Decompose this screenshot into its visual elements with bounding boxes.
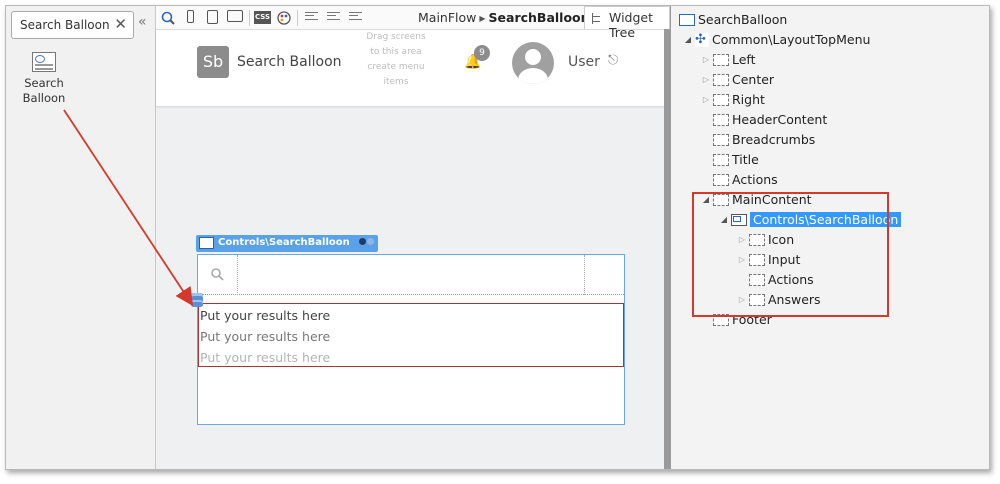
app-logo: Sb <box>197 46 229 78</box>
collapse-panel-icon[interactable]: « <box>138 14 147 30</box>
menu-drag-hint: Drag screens to this area create menu it… <box>366 32 426 87</box>
annotation-highlight-box <box>692 192 889 317</box>
input-placeholder-divider <box>237 255 238 295</box>
widget-handle-icon[interactable] <box>358 237 375 248</box>
search-balloon-answers[interactable]: Put your results here Put your results h… <box>198 303 624 367</box>
user-avatar[interactable] <box>512 42 554 84</box>
align-center-icon[interactable] <box>327 12 340 22</box>
preview-search-icon[interactable] <box>160 10 176 26</box>
result-item: Put your results here <box>200 308 331 323</box>
toolbar-divider <box>297 10 298 26</box>
expanded-arrow-icon[interactable]: ◢ <box>683 31 693 49</box>
theme-palette-icon[interactable] <box>276 10 292 26</box>
pane-splitter[interactable] <box>664 6 671 469</box>
tree-node-headercontent[interactable]: HeaderContent <box>701 111 827 129</box>
notification-badge: 9 <box>474 45 490 61</box>
result-item: Put your results here <box>200 329 331 344</box>
toolbox-search-input[interactable]: Search Balloon ✕ <box>11 11 134 39</box>
toolbar-divider <box>249 10 250 26</box>
placeholder-icon <box>713 153 729 166</box>
block-icon: ✣ <box>695 32 709 47</box>
search-balloon-widget[interactable]: Put your results here Put your results h… <box>197 254 625 425</box>
tree-node-title[interactable]: Title <box>701 151 759 169</box>
actions-placeholder-divider <box>584 255 585 295</box>
placeholder-icon <box>713 173 729 186</box>
breadcrumb: MainFlow ▶ SearchBalloon <box>418 10 590 25</box>
collapsed-arrow-icon[interactable]: ▷ <box>701 51 711 69</box>
database-icon <box>191 293 203 307</box>
widget-tree-icon <box>592 13 603 24</box>
tab-widget-tree[interactable]: Widget Tree <box>584 6 670 40</box>
search-balloon-widget-label[interactable]: Controls\SearchBalloon <box>196 235 379 252</box>
screen-header: Sb Search Balloon Drag screens to this a… <box>156 30 666 106</box>
search-balloon-input-row[interactable] <box>198 255 624 295</box>
tree-node-searchballoon[interactable]: SearchBalloon <box>677 11 787 29</box>
toolbox-panel: Search Balloon ✕ « Search Balloon <box>6 6 156 469</box>
smartphone-icon[interactable] <box>187 10 194 23</box>
screen-icon <box>679 13 695 26</box>
search-balloon-label-text: Controls\SearchBalloon <box>218 237 350 248</box>
toolbox-search-value: Search Balloon <box>20 18 110 32</box>
search-balloon-widget-icon <box>32 52 56 72</box>
css-icon[interactable]: CSS <box>254 11 271 24</box>
placeholder-icon <box>713 73 729 86</box>
app-name: Search Balloon <box>237 54 342 70</box>
tree-node-left[interactable]: ▷ Left <box>701 51 756 69</box>
app-window: Search Balloon ✕ « Search Balloon CSS Ma… <box>5 5 990 470</box>
result-item: Put your results here <box>200 350 331 365</box>
design-canvas[interactable]: CSS MainFlow ▶ SearchBalloon Sb Search Bal… <box>156 6 666 469</box>
collapsed-arrow-icon[interactable]: ▷ <box>701 71 711 89</box>
clear-search-icon[interactable]: ✕ <box>114 15 127 33</box>
user-name[interactable]: User <box>568 54 600 70</box>
search-balloon-icon <box>199 237 214 249</box>
align-justify-icon[interactable] <box>349 12 362 22</box>
align-left-icon[interactable] <box>305 12 318 22</box>
search-icon <box>211 268 224 281</box>
placeholder-icon <box>713 93 729 106</box>
placeholder-icon <box>713 53 729 66</box>
tree-node-breadcrumbs[interactable]: Breadcrumbs <box>701 131 815 149</box>
tablet-icon[interactable] <box>207 10 218 24</box>
toolbox-widget-label: Search Balloon <box>22 76 66 105</box>
breadcrumb-separator-icon: ▶ <box>479 14 486 23</box>
tree-node-center[interactable]: ▷ Center <box>701 71 774 89</box>
placeholder-icon <box>713 113 729 126</box>
breadcrumb-screen: SearchBalloon <box>488 10 590 25</box>
desktop-icon[interactable] <box>227 10 243 22</box>
placeholder-icon <box>713 133 729 146</box>
tree-node-actions[interactable]: Actions <box>701 171 778 189</box>
toolbox-widget-search-balloon[interactable]: Search Balloon <box>20 52 68 106</box>
tree-node-right[interactable]: ▷ Right <box>701 91 765 109</box>
breadcrumb-flow[interactable]: MainFlow <box>418 10 476 25</box>
tree-node-layouttopmenu[interactable]: ◢ ✣ Common\LayoutTopMenu <box>683 31 871 49</box>
logout-icon[interactable]: ⎋ <box>608 53 618 68</box>
collapsed-arrow-icon[interactable]: ▷ <box>701 91 711 109</box>
